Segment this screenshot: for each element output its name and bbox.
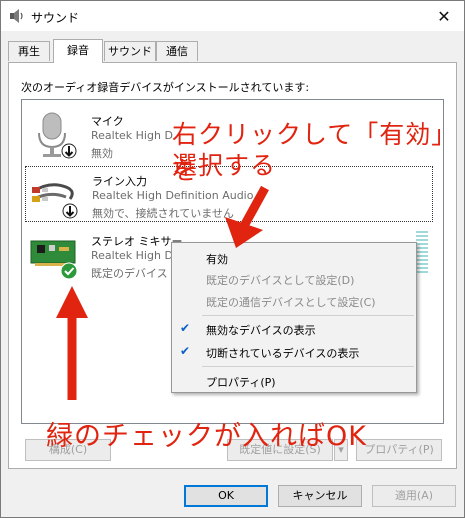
arrow-to-green-check-icon (56, 286, 88, 400)
annotation-arrows (56, 185, 269, 400)
arrow-to-enable-icon (225, 185, 269, 248)
